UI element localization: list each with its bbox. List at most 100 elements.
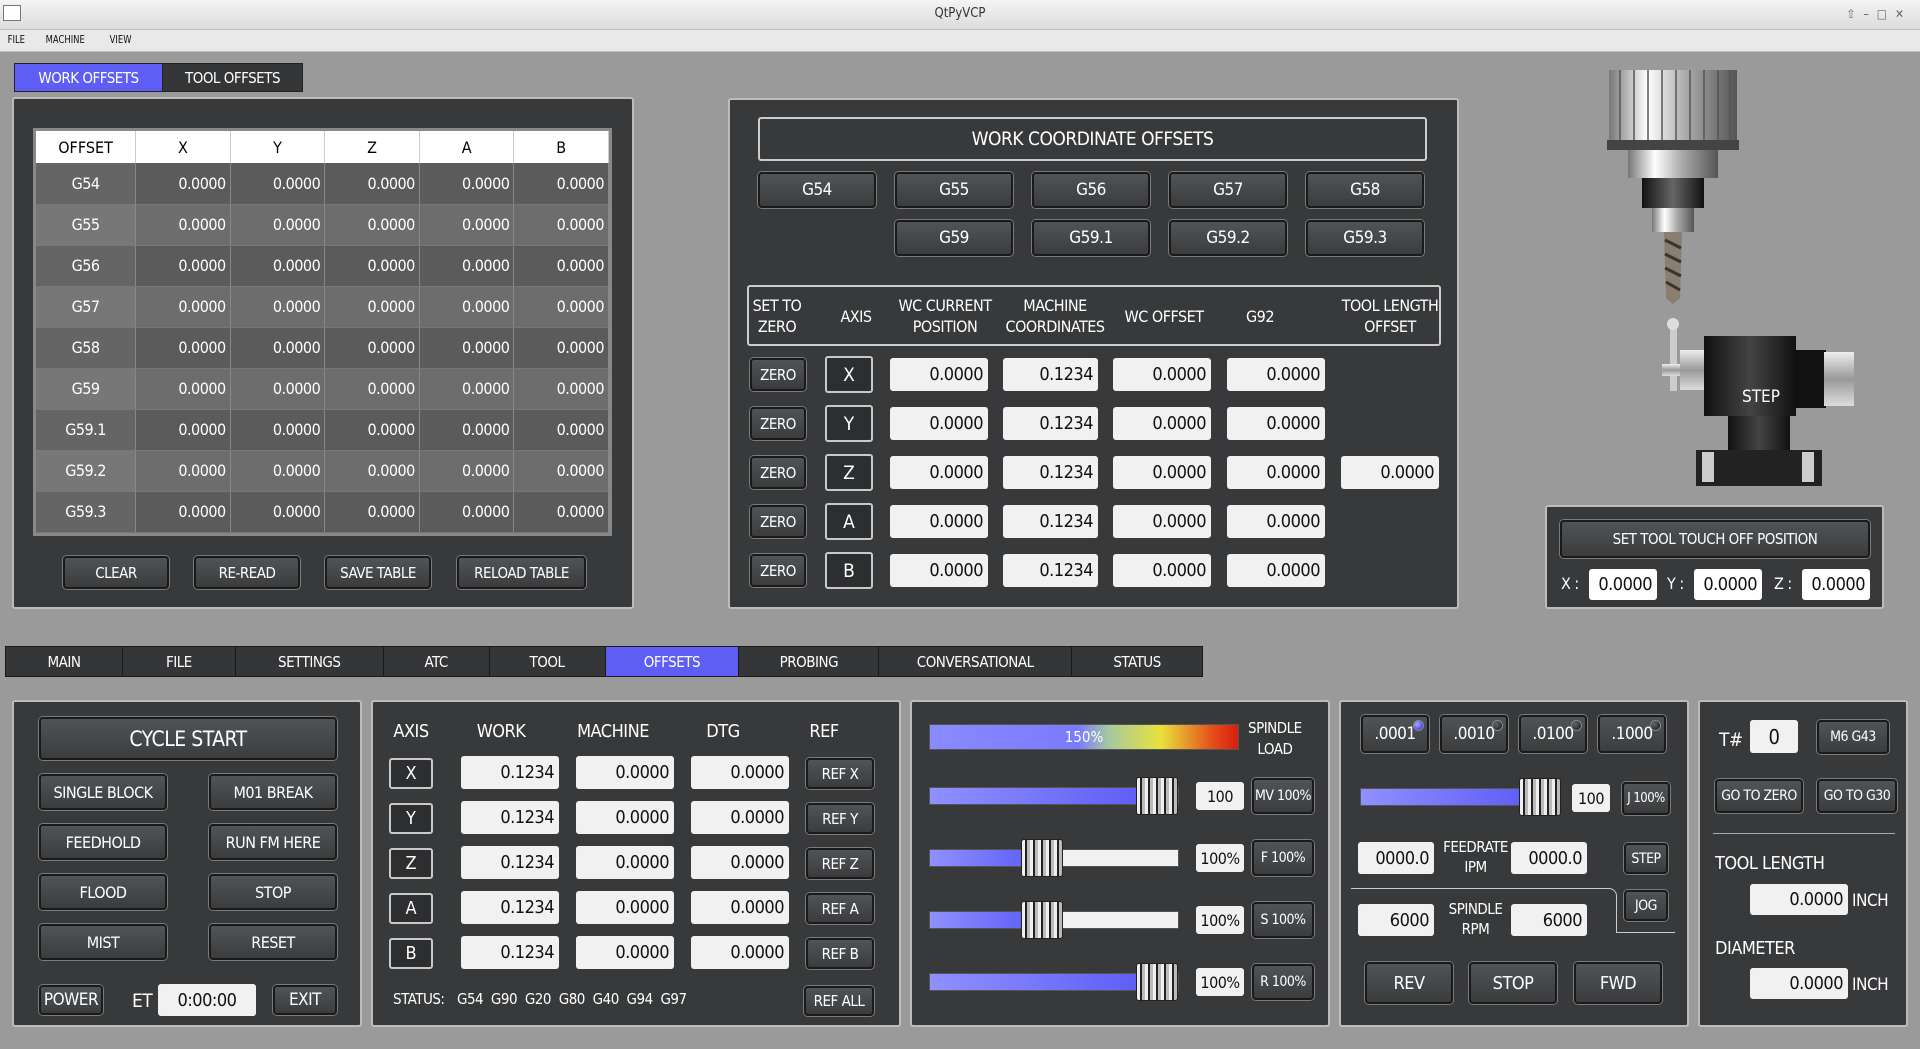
- offset-value-cell[interactable]: 0.0000: [230, 286, 326, 328]
- wc-offset-z[interactable]: 0.0000: [1113, 456, 1211, 489]
- spindle-rev-button[interactable]: REV: [1365, 962, 1453, 1004]
- offset-value-cell[interactable]: 0.0000: [230, 204, 326, 246]
- offset-value-cell[interactable]: 0.0000: [324, 286, 420, 328]
- wc-offset-a[interactable]: 0.0000: [1113, 505, 1211, 538]
- dro-axis-a-button[interactable]: A: [389, 893, 433, 924]
- single-block-button[interactable]: SINGLE BLOCK: [39, 774, 167, 810]
- wco-g59-3-button[interactable]: G59.3: [1306, 220, 1424, 256]
- mist-button[interactable]: MIST: [39, 924, 167, 960]
- offset-value-cell[interactable]: 0.0000: [230, 409, 326, 451]
- spindle-fwd-button[interactable]: FWD: [1574, 962, 1662, 1004]
- offset-value-cell[interactable]: 0.0000: [324, 368, 420, 410]
- offset-value-cell[interactable]: 0.0000: [419, 163, 515, 205]
- offset-name-cell[interactable]: G54: [36, 163, 137, 205]
- tab-probing[interactable]: PROBING: [738, 646, 879, 677]
- g92-b[interactable]: 0.0000: [1227, 554, 1325, 587]
- zero-a-button[interactable]: ZERO: [750, 505, 806, 538]
- wco-g57-button[interactable]: G57: [1169, 172, 1287, 208]
- tab-tool-offsets[interactable]: TOOL OFFSETS: [163, 64, 302, 91]
- offset-value-cell[interactable]: 0.0000: [230, 245, 326, 287]
- step-button[interactable]: STEP: [1624, 843, 1668, 874]
- zero-z-button[interactable]: ZERO: [750, 456, 806, 489]
- offset-row-g55[interactable]: G55 0.0000 0.0000 0.0000 0.0000 0.0000: [36, 204, 609, 246]
- tab-atc[interactable]: ATC: [382, 646, 489, 677]
- offset-row-g59.3[interactable]: G59.3 0.0000 0.0000 0.0000 0.0000 0.0000: [36, 491, 609, 533]
- offset-value-cell[interactable]: 0.0000: [324, 245, 420, 287]
- touchoff-y-input[interactable]: 0.0000: [1694, 569, 1762, 600]
- tab-main[interactable]: MAIN: [5, 646, 122, 677]
- offset-name-cell[interactable]: G59.3: [36, 491, 137, 533]
- offset-value-cell[interactable]: 0.0000: [513, 327, 609, 369]
- offset-value-cell[interactable]: 0.0000: [513, 450, 609, 492]
- zero-x-button[interactable]: ZERO: [750, 358, 806, 391]
- tab-status[interactable]: STATUS: [1071, 646, 1203, 677]
- wc-offset-b[interactable]: 0.0000: [1113, 554, 1211, 587]
- offset-value-cell[interactable]: 0.0000: [135, 327, 231, 369]
- ref-x-button[interactable]: REF X: [806, 758, 874, 789]
- offset-row-g57[interactable]: G57 0.0000 0.0000 0.0000 0.0000 0.0000: [36, 286, 609, 328]
- offset-name-cell[interactable]: G59.2: [36, 450, 137, 492]
- go-to-g30-button[interactable]: GO TO G30: [1817, 779, 1897, 813]
- jog-increment-0010-button[interactable]: .0010: [1440, 715, 1508, 753]
- override-reset-r-button[interactable]: R 100%: [1252, 964, 1314, 1000]
- table-header-y[interactable]: Y: [230, 131, 326, 163]
- tab-work-offsets[interactable]: WORK OFFSETS: [15, 64, 163, 91]
- offset-name-cell[interactable]: G58: [36, 327, 137, 369]
- override-slider-handle-0[interactable]: [1135, 777, 1178, 815]
- wco-g59-1-button[interactable]: G59.1: [1032, 220, 1150, 256]
- g92-a[interactable]: 0.0000: [1227, 505, 1325, 538]
- offset-value-cell[interactable]: 0.0000: [419, 245, 515, 287]
- offset-value-cell[interactable]: 0.0000: [135, 286, 231, 328]
- offset-value-cell[interactable]: 0.0000: [135, 409, 231, 451]
- ref-y-button[interactable]: REF Y: [806, 803, 874, 834]
- jog-increment-1000-button[interactable]: .1000: [1598, 715, 1666, 753]
- menu-file[interactable]: FILE: [0, 30, 33, 46]
- offset-row-g59.2[interactable]: G59.2 0.0000 0.0000 0.0000 0.0000 0.0000: [36, 450, 609, 492]
- jog-increment-0001-button[interactable]: .0001: [1361, 715, 1429, 753]
- offset-value-cell[interactable]: 0.0000: [230, 368, 326, 410]
- wco-g55-button[interactable]: G55: [895, 172, 1013, 208]
- override-slider-handle-3[interactable]: [1135, 963, 1178, 1001]
- offset-value-cell[interactable]: 0.0000: [419, 286, 515, 328]
- run-fm-here-button[interactable]: RUN FM HERE: [209, 824, 337, 860]
- offset-value-cell[interactable]: 0.0000: [324, 204, 420, 246]
- touchoff-z-input[interactable]: 0.0000: [1802, 569, 1870, 600]
- offset-name-cell[interactable]: G57: [36, 286, 137, 328]
- reset-button[interactable]: RESET: [209, 924, 337, 960]
- offset-value-cell[interactable]: 0.0000: [135, 450, 231, 492]
- offset-value-cell[interactable]: 0.0000: [230, 163, 326, 205]
- dro-axis-z-button[interactable]: Z: [389, 848, 433, 879]
- wco-g54-button[interactable]: G54: [758, 172, 876, 208]
- offset-value-cell[interactable]: 0.0000: [324, 491, 420, 533]
- power-button[interactable]: POWER: [39, 985, 103, 1015]
- clear-button[interactable]: CLEAR: [63, 556, 169, 589]
- spindle-stop-button[interactable]: STOP: [1469, 962, 1557, 1004]
- override-slider-handle-2[interactable]: [1020, 901, 1063, 939]
- tab-file[interactable]: FILE: [121, 646, 235, 677]
- offset-row-g59.1[interactable]: G59.1 0.0000 0.0000 0.0000 0.0000 0.0000: [36, 409, 609, 451]
- window-controls[interactable]: ⇧–□✕: [1846, 0, 1912, 28]
- table-header-z[interactable]: Z: [324, 131, 420, 163]
- re-read-button[interactable]: RE-READ: [194, 556, 300, 589]
- offset-value-cell[interactable]: 0.0000: [135, 491, 231, 533]
- offset-row-g56[interactable]: G56 0.0000 0.0000 0.0000 0.0000 0.0000: [36, 245, 609, 287]
- override-slider-handle-1[interactable]: [1020, 839, 1063, 877]
- table-header-b[interactable]: B: [513, 131, 609, 163]
- offset-value-cell[interactable]: 0.0000: [419, 204, 515, 246]
- offset-value-cell[interactable]: 0.0000: [135, 163, 231, 205]
- save-table-button[interactable]: SAVE TABLE: [325, 556, 431, 589]
- reload-table-button[interactable]: RELOAD TABLE: [457, 556, 586, 589]
- offset-value-cell[interactable]: 0.0000: [419, 327, 515, 369]
- offset-value-cell[interactable]: 0.0000: [513, 409, 609, 451]
- wco-g59-2-button[interactable]: G59.2: [1169, 220, 1287, 256]
- flood-button[interactable]: FLOOD: [39, 874, 167, 910]
- offset-value-cell[interactable]: 0.0000: [419, 409, 515, 451]
- offset-value-cell[interactable]: 0.0000: [230, 450, 326, 492]
- table-header-a[interactable]: A: [419, 131, 515, 163]
- exit-button[interactable]: EXIT: [273, 985, 337, 1015]
- override-reset-f-button[interactable]: F 100%: [1252, 840, 1314, 876]
- m01-break-button[interactable]: M01 BREAK: [209, 774, 337, 810]
- tab-settings[interactable]: SETTINGS: [234, 646, 383, 677]
- table-header-offset[interactable]: OFFSET: [36, 131, 137, 163]
- offset-value-cell[interactable]: 0.0000: [135, 368, 231, 410]
